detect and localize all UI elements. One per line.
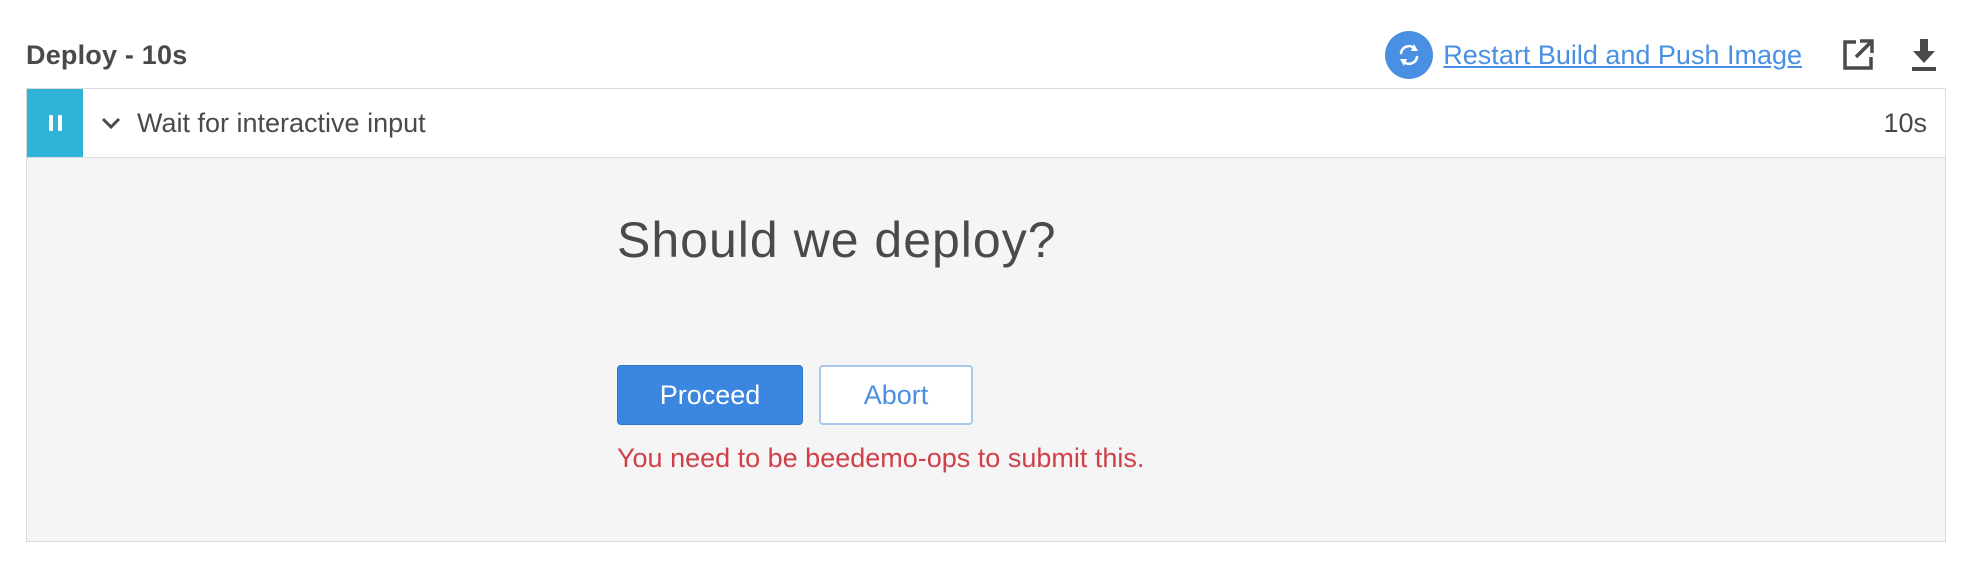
- header-actions: Restart Build and Push Image: [1385, 31, 1946, 79]
- input-step-panel: Wait for interactive input 10s Should we…: [26, 88, 1946, 542]
- chevron-down-icon[interactable]: [101, 116, 121, 130]
- abort-button[interactable]: Abort: [819, 365, 973, 425]
- restart-link[interactable]: Restart Build and Push Image: [1443, 40, 1802, 71]
- permission-error-message: You need to be beedemo-ops to submit thi…: [617, 443, 1145, 473]
- stage-title: Deploy - 10s: [26, 39, 188, 70]
- step-duration: 10s: [1883, 107, 1927, 138]
- pause-icon: [27, 89, 83, 157]
- proceed-button[interactable]: Proceed: [617, 365, 803, 425]
- step-row[interactable]: Wait for interactive input 10s: [27, 89, 1945, 158]
- input-question: Should we deploy?: [617, 212, 1057, 268]
- download-icon[interactable]: [1902, 33, 1946, 77]
- external-link-icon[interactable]: [1836, 33, 1880, 77]
- refresh-icon[interactable]: [1385, 31, 1434, 79]
- step-label: Wait for interactive input: [137, 107, 426, 138]
- stage-header: Deploy - 10s Restart Build and Push Imag…: [26, 30, 1946, 80]
